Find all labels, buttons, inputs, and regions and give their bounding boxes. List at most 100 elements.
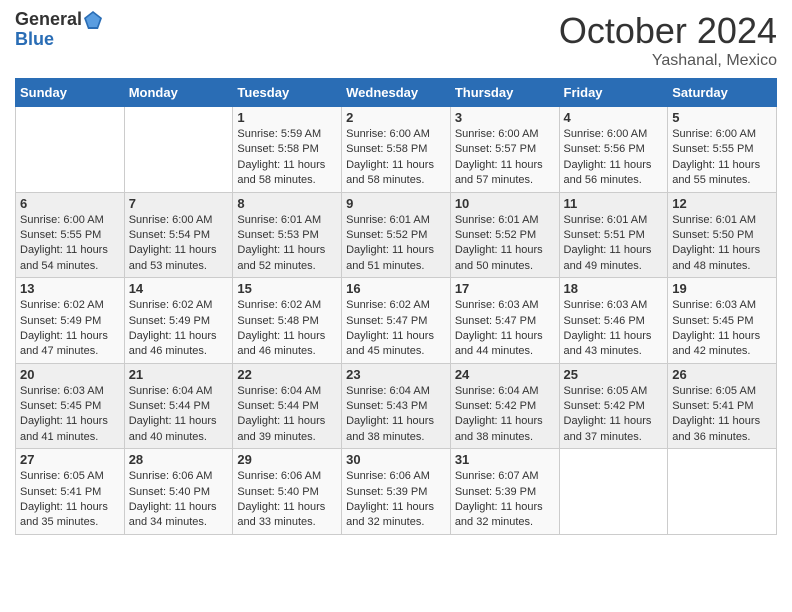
week-row-5: 27 Sunrise: 6:05 AMSunset: 5:41 PMDayligh… bbox=[16, 449, 777, 535]
day-number: 24 bbox=[455, 367, 555, 382]
day-cell: 9 Sunrise: 6:01 AMSunset: 5:52 PMDaylight… bbox=[342, 192, 451, 278]
logo-icon bbox=[84, 11, 102, 29]
day-number: 7 bbox=[129, 196, 229, 211]
day-info: Sunrise: 6:06 AMSunset: 5:40 PMDaylight:… bbox=[237, 469, 337, 531]
day-info: Sunrise: 6:04 AMSunset: 5:43 PMDaylight:… bbox=[346, 384, 446, 446]
day-info: Sunrise: 6:00 AMSunset: 5:58 PMDaylight:… bbox=[346, 127, 446, 189]
day-info: Sunrise: 6:03 AMSunset: 5:45 PMDaylight:… bbox=[672, 298, 772, 360]
day-info: Sunrise: 6:05 AMSunset: 5:41 PMDaylight:… bbox=[672, 384, 772, 446]
day-cell: 31 Sunrise: 6:07 AMSunset: 5:39 PMDayligh… bbox=[450, 449, 559, 535]
day-cell: 21Sunrise: 6:04 AMSunset: 5:44 PMDayligh… bbox=[124, 363, 233, 449]
day-info: Sunrise: 6:00 AMSunset: 5:57 PMDaylight:… bbox=[455, 127, 555, 189]
week-row-4: 20 Sunrise: 6:03 AMSunset: 5:45 PMDayligh… bbox=[16, 363, 777, 449]
day-number: 27 bbox=[20, 452, 120, 467]
day-number: 14 bbox=[129, 281, 229, 296]
day-cell: 30Sunrise: 6:06 AMSunset: 5:39 PMDayligh… bbox=[342, 449, 451, 535]
month-title: October 2024 bbox=[559, 10, 777, 52]
day-cell: 26 Sunrise: 6:05 AMSunset: 5:41 PMDayligh… bbox=[668, 363, 777, 449]
day-cell: 1Sunrise: 5:59 AMSunset: 5:58 PMDaylight… bbox=[233, 107, 342, 193]
location: Yashanal, Mexico bbox=[559, 52, 777, 70]
day-cell: 12 Sunrise: 6:01 AMSunset: 5:50 PMDayligh… bbox=[668, 192, 777, 278]
day-cell: 5 Sunrise: 6:00 AMSunset: 5:55 PMDaylight… bbox=[668, 107, 777, 193]
logo: General Blue bbox=[15, 10, 102, 50]
day-cell bbox=[16, 107, 125, 193]
day-number: 4 bbox=[564, 110, 664, 125]
day-info: Sunrise: 6:00 AMSunset: 5:55 PMDaylight:… bbox=[672, 127, 772, 189]
day-cell: 16Sunrise: 6:02 AMSunset: 5:47 PMDayligh… bbox=[342, 278, 451, 364]
day-cell: 27 Sunrise: 6:05 AMSunset: 5:41 PMDayligh… bbox=[16, 449, 125, 535]
weekday-saturday: Saturday bbox=[668, 79, 777, 107]
page-header: General Blue October 2024 Yashanal, Mexi… bbox=[15, 10, 777, 70]
day-number: 6 bbox=[20, 196, 120, 211]
day-number: 26 bbox=[672, 367, 772, 382]
day-cell: 11Sunrise: 6:01 AMSunset: 5:51 PMDayligh… bbox=[559, 192, 668, 278]
day-info: Sunrise: 6:06 AMSunset: 5:40 PMDaylight:… bbox=[129, 469, 229, 531]
day-number: 15 bbox=[237, 281, 337, 296]
day-cell: 24 Sunrise: 6:04 AMSunset: 5:42 PMDayligh… bbox=[450, 363, 559, 449]
day-info: Sunrise: 6:00 AMSunset: 5:56 PMDaylight:… bbox=[564, 127, 664, 189]
day-cell: 25 Sunrise: 6:05 AMSunset: 5:42 PMDayligh… bbox=[559, 363, 668, 449]
day-info: Sunrise: 6:02 AMSunset: 5:48 PMDaylight:… bbox=[237, 298, 337, 360]
title-block: October 2024 Yashanal, Mexico bbox=[559, 10, 777, 70]
weekday-monday: Monday bbox=[124, 79, 233, 107]
day-number: 25 bbox=[564, 367, 664, 382]
logo-general: General bbox=[15, 10, 82, 30]
day-cell: 17 Sunrise: 6:03 AMSunset: 5:47 PMDayligh… bbox=[450, 278, 559, 364]
day-info: Sunrise: 6:04 AMSunset: 5:44 PMDaylight:… bbox=[129, 384, 229, 446]
day-info: Sunrise: 6:03 AMSunset: 5:47 PMDaylight:… bbox=[455, 298, 555, 360]
day-cell: 6Sunrise: 6:00 AMSunset: 5:55 PMDaylight… bbox=[16, 192, 125, 278]
weekday-sunday: Sunday bbox=[16, 79, 125, 107]
day-cell: 20 Sunrise: 6:03 AMSunset: 5:45 PMDayligh… bbox=[16, 363, 125, 449]
day-cell: 23 Sunrise: 6:04 AMSunset: 5:43 PMDayligh… bbox=[342, 363, 451, 449]
day-info: Sunrise: 6:07 AMSunset: 5:39 PMDaylight:… bbox=[455, 469, 555, 531]
day-cell: 8Sunrise: 6:01 AMSunset: 5:53 PMDaylight… bbox=[233, 192, 342, 278]
day-cell: 19 Sunrise: 6:03 AMSunset: 5:45 PMDayligh… bbox=[668, 278, 777, 364]
day-number: 23 bbox=[346, 367, 446, 382]
day-info: Sunrise: 6:02 AMSunset: 5:49 PMDaylight:… bbox=[20, 298, 120, 360]
weekday-friday: Friday bbox=[559, 79, 668, 107]
day-number: 19 bbox=[672, 281, 772, 296]
day-info: Sunrise: 6:03 AMSunset: 5:45 PMDaylight:… bbox=[20, 384, 120, 446]
day-number: 17 bbox=[455, 281, 555, 296]
week-row-3: 13 Sunrise: 6:02 AMSunset: 5:49 PMDayligh… bbox=[16, 278, 777, 364]
day-info: Sunrise: 6:02 AMSunset: 5:49 PMDaylight:… bbox=[129, 298, 229, 360]
day-info: Sunrise: 6:00 AMSunset: 5:54 PMDaylight:… bbox=[129, 213, 229, 275]
day-cell bbox=[559, 449, 668, 535]
day-number: 16 bbox=[346, 281, 446, 296]
day-info: Sunrise: 6:04 AMSunset: 5:42 PMDaylight:… bbox=[455, 384, 555, 446]
day-number: 20 bbox=[20, 367, 120, 382]
day-number: 29 bbox=[237, 452, 337, 467]
day-number: 5 bbox=[672, 110, 772, 125]
day-info: Sunrise: 6:01 AMSunset: 5:52 PMDaylight:… bbox=[455, 213, 555, 275]
day-number: 8 bbox=[237, 196, 337, 211]
day-number: 31 bbox=[455, 452, 555, 467]
day-info: Sunrise: 6:05 AMSunset: 5:41 PMDaylight:… bbox=[20, 469, 120, 531]
day-cell: 14 Sunrise: 6:02 AMSunset: 5:49 PMDayligh… bbox=[124, 278, 233, 364]
day-number: 18 bbox=[564, 281, 664, 296]
day-cell: 4 Sunrise: 6:00 AMSunset: 5:56 PMDaylight… bbox=[559, 107, 668, 193]
weekday-header-row: SundayMondayTuesdayWednesdayThursdayFrid… bbox=[16, 79, 777, 107]
day-number: 2 bbox=[346, 110, 446, 125]
week-row-2: 6Sunrise: 6:00 AMSunset: 5:55 PMDaylight… bbox=[16, 192, 777, 278]
day-cell: 28Sunrise: 6:06 AMSunset: 5:40 PMDayligh… bbox=[124, 449, 233, 535]
weekday-tuesday: Tuesday bbox=[233, 79, 342, 107]
day-info: Sunrise: 6:01 AMSunset: 5:52 PMDaylight:… bbox=[346, 213, 446, 275]
day-number: 3 bbox=[455, 110, 555, 125]
day-number: 13 bbox=[20, 281, 120, 296]
day-info: Sunrise: 6:01 AMSunset: 5:50 PMDaylight:… bbox=[672, 213, 772, 275]
weekday-thursday: Thursday bbox=[450, 79, 559, 107]
day-number: 30 bbox=[346, 452, 446, 467]
day-number: 9 bbox=[346, 196, 446, 211]
day-number: 12 bbox=[672, 196, 772, 211]
day-info: Sunrise: 6:05 AMSunset: 5:42 PMDaylight:… bbox=[564, 384, 664, 446]
day-cell: 18Sunrise: 6:03 AMSunset: 5:46 PMDayligh… bbox=[559, 278, 668, 364]
day-cell bbox=[124, 107, 233, 193]
day-info: Sunrise: 6:04 AMSunset: 5:44 PMDaylight:… bbox=[237, 384, 337, 446]
day-cell bbox=[668, 449, 777, 535]
day-cell: 10Sunrise: 6:01 AMSunset: 5:52 PMDayligh… bbox=[450, 192, 559, 278]
day-cell: 3 Sunrise: 6:00 AMSunset: 5:57 PMDaylight… bbox=[450, 107, 559, 193]
day-cell: 13 Sunrise: 6:02 AMSunset: 5:49 PMDayligh… bbox=[16, 278, 125, 364]
logo-blue: Blue bbox=[15, 30, 102, 50]
day-number: 22 bbox=[237, 367, 337, 382]
day-cell: 22 Sunrise: 6:04 AMSunset: 5:44 PMDayligh… bbox=[233, 363, 342, 449]
